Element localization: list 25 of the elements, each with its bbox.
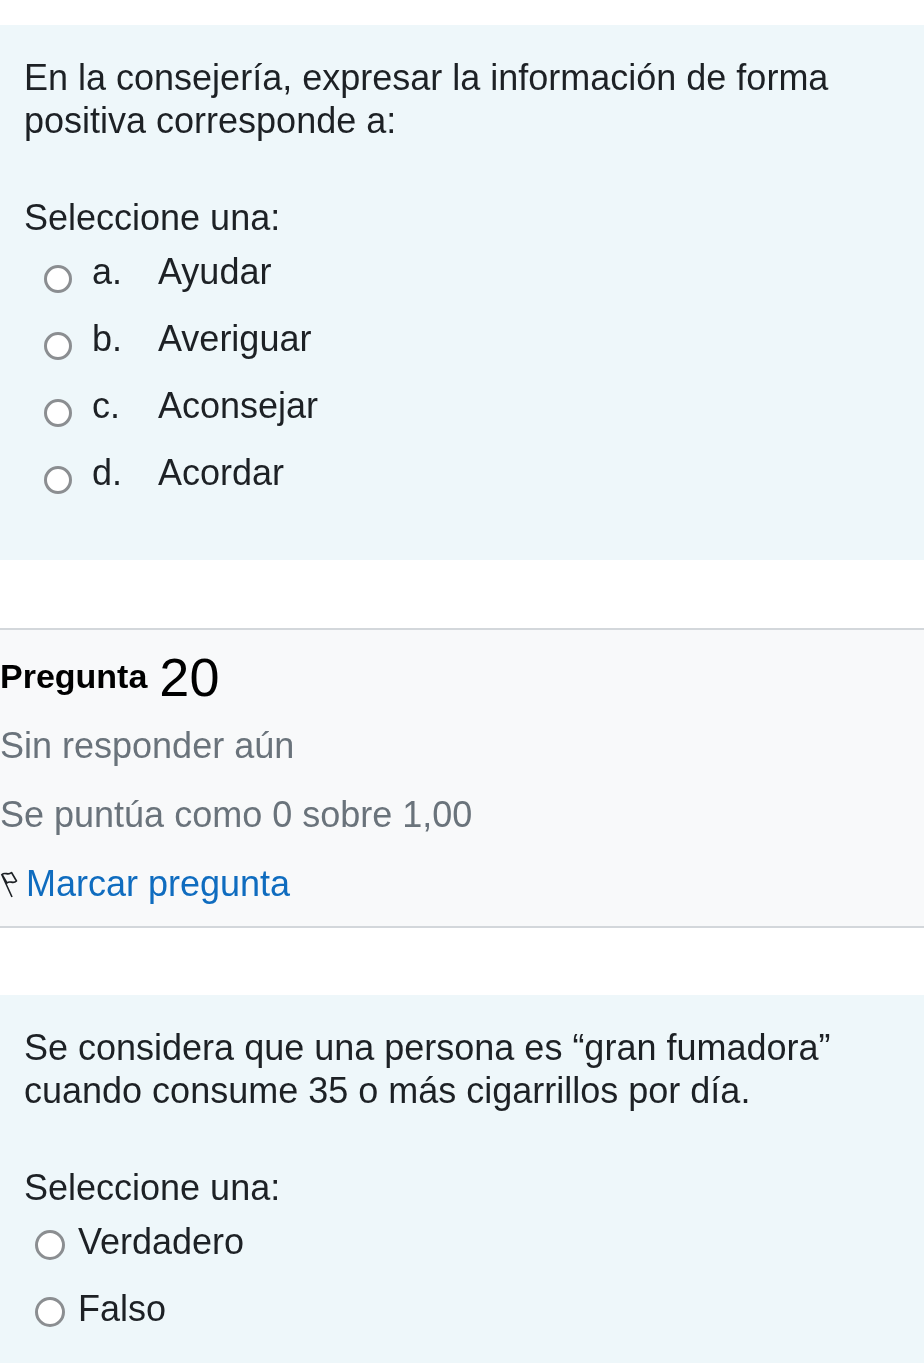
radio-button[interactable] (35, 1230, 65, 1260)
option-label: Verdadero (78, 1221, 245, 1263)
radio-button[interactable] (35, 1297, 65, 1327)
prompt-text: Seleccione una: (24, 1165, 282, 1209)
option-letter: a. (92, 251, 123, 292)
option-letter: d. (92, 452, 123, 493)
option-label: Aconsejar (158, 385, 319, 427)
option-label: Ayudar (158, 251, 272, 293)
option-label: Averiguar (158, 318, 312, 360)
radio-button[interactable] (44, 399, 72, 427)
radio-button[interactable] (44, 466, 72, 494)
question-text: Se considera que una persona es “gran fumadora” cuando consume 35 o más cigarrillos por día. (24, 1025, 832, 1112)
question-text: En la consejería, expresar la información de forma positiva corresponde a: (24, 55, 830, 142)
question-number: 20 (159, 645, 220, 708)
flag-question-link[interactable]: Marcar pregunta (0, 862, 291, 905)
status-text: Sin responder aún (0, 724, 295, 767)
grade-text: Se puntúa como 0 sobre 1,00 (0, 793, 473, 836)
option-letter: c. (92, 385, 120, 426)
question-label: Pregunta (0, 657, 148, 696)
option-label: Acordar (158, 452, 285, 494)
option-label: Falso (78, 1288, 167, 1330)
radio-button[interactable] (44, 265, 72, 293)
radio-button[interactable] (44, 332, 72, 360)
option-letter: b. (92, 318, 123, 359)
prompt-text: Seleccione una: (24, 195, 282, 239)
